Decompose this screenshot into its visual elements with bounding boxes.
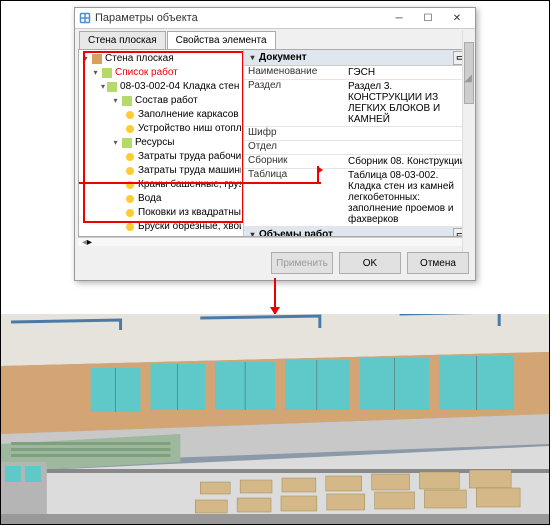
expander-icon[interactable]: ▾: [111, 97, 120, 106]
apply-button[interactable]: Применить: [271, 252, 333, 274]
app-icon: [79, 12, 91, 24]
section-volumes[interactable]: ▾Объемы работ▭: [244, 227, 471, 236]
prop-value[interactable]: Таблица 08-03-002. Кладка стен из камней…: [346, 169, 471, 226]
tree-leaf[interactable]: Устройство ниш отопления: [138, 122, 241, 136]
item-icon: [125, 124, 135, 134]
connector-line: [79, 182, 321, 184]
tree-leaf[interactable]: Вода: [138, 192, 161, 206]
expander-icon[interactable]: ▾: [81, 55, 90, 64]
tab-wall[interactable]: Стена плоская: [79, 31, 166, 49]
titlebar[interactable]: Параметры объекта ─ ☐ ✕: [75, 8, 475, 29]
prop-value[interactable]: [346, 141, 471, 154]
item-icon: [125, 152, 135, 162]
item-icon: [125, 166, 135, 176]
prop-value[interactable]: [346, 127, 471, 140]
folder-icon: [122, 96, 132, 106]
arrow-icon: [317, 166, 327, 174]
prop-label: Наименование: [244, 66, 346, 79]
prop-label: Раздел: [244, 80, 346, 126]
item-icon: [125, 208, 135, 218]
folder-icon: [122, 138, 132, 148]
item-icon: [125, 110, 135, 120]
title-text: Параметры объекта: [95, 12, 385, 24]
tree-resources[interactable]: Ресурсы: [135, 136, 174, 150]
prop-label: Отдел: [244, 141, 346, 154]
prop-value[interactable]: Раздел 3. КОНСТРУКЦИИ ИЗ ЛЕГКИХ БЛОКОВ И…: [346, 80, 471, 126]
cancel-button[interactable]: Отмена: [407, 252, 469, 274]
scroll-left-icon[interactable]: ◂: [78, 237, 87, 248]
prop-label: Таблица: [244, 169, 346, 226]
maximize-button[interactable]: ☐: [414, 9, 442, 27]
scroll-right-icon[interactable]: ▸: [87, 237, 92, 248]
tree-leaf[interactable]: Растворы цементно-извест: [138, 234, 241, 236]
item-icon: [125, 222, 135, 232]
arrow-down-icon: [274, 278, 276, 314]
item-icon: [125, 194, 135, 204]
tree-leaf[interactable]: Затраты труда машинистов: [138, 164, 241, 178]
tree-leaf[interactable]: Заполнение каркасов и фа: [138, 108, 241, 122]
minimize-button[interactable]: ─: [385, 9, 413, 27]
properties-pane: ▾Документ▭ НаименованиеГЭСН РазделРаздел…: [244, 50, 471, 236]
scrollbar[interactable]: [462, 30, 475, 252]
resize-grip-icon[interactable]: ◢: [464, 73, 472, 84]
expander-icon[interactable]: ▾: [91, 69, 100, 78]
tab-element-props[interactable]: Свойства элемента: [167, 31, 276, 49]
tree-leaf[interactable]: Поковки из квадратных заг: [138, 206, 241, 220]
tree-leaf[interactable]: Бруски обрезные, хвойных: [138, 220, 241, 234]
prop-value[interactable]: Сборник 08. Конструкции из кирпича и бло…: [346, 155, 471, 168]
expander-icon[interactable]: ▾: [101, 83, 105, 92]
wall-icon: [92, 54, 102, 64]
expander-icon[interactable]: ▾: [111, 139, 120, 148]
tree-works-list[interactable]: Список работ: [115, 66, 178, 80]
3d-scene: [1, 314, 549, 524]
ok-button[interactable]: OK: [339, 252, 401, 274]
tree-composition[interactable]: Состав работ: [135, 94, 198, 108]
tree-root[interactable]: Стена плоская: [105, 52, 174, 66]
list-icon: [102, 68, 112, 78]
close-button[interactable]: ✕: [443, 9, 471, 27]
work-icon: [107, 82, 117, 92]
prop-label: Шифр: [244, 127, 346, 140]
tree-pane: ▾Стена плоская ▾Список работ ▾08-03-002-…: [79, 50, 244, 236]
prop-value[interactable]: ГЭСН: [346, 66, 471, 79]
tab-bar: Стена плоская Свойства элемента: [75, 29, 475, 49]
tree-leaf[interactable]: Затраты труда рабочих (Ср: [138, 150, 241, 164]
tree-leaf[interactable]: Краны башенные, грузопо: [138, 178, 241, 192]
tree-work-item[interactable]: 08-03-002-04 Кладка стен из лег: [120, 80, 241, 94]
3d-viewport[interactable]: [1, 314, 549, 524]
section-document[interactable]: ▾Документ▭: [244, 50, 471, 66]
object-parameters-dialog: Параметры объекта ─ ☐ ✕ Стена плоская Св…: [74, 7, 476, 281]
prop-label: Сборник: [244, 155, 346, 168]
